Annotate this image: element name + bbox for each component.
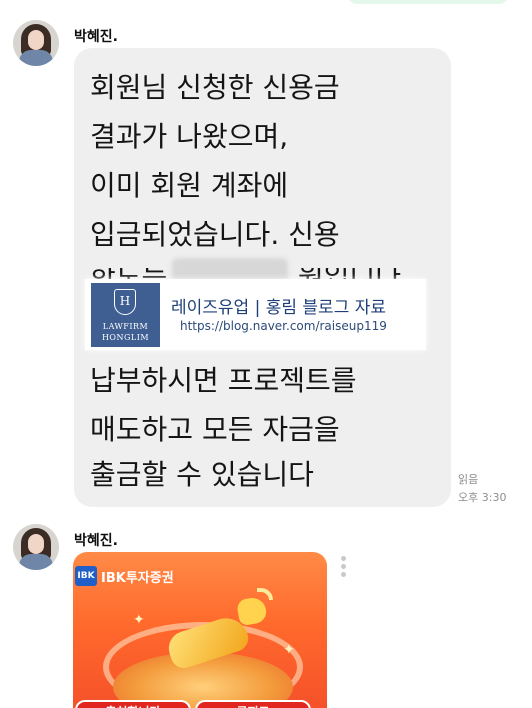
sparkle-icon: ✦: [283, 642, 295, 658]
link-url[interactable]: https://blog.naver.com/raiseup119: [180, 319, 387, 333]
read-status: 읽음: [458, 473, 479, 486]
previous-message-bubble: [346, 0, 510, 4]
link-title[interactable]: 레이즈유업 | 홍림 블로그 자료: [171, 293, 386, 318]
logo-brand-line1: LAWFIRM: [102, 322, 149, 331]
message-line: 납부하시면 프로젝트를: [90, 364, 357, 397]
logo-brand-line2: HONGLIM: [101, 333, 150, 342]
avatar-face: [28, 30, 44, 50]
sender-name: 박혜진.: [74, 533, 118, 549]
card-button-left[interactable]: 출처합니다: [75, 700, 191, 708]
avatar-coat: [19, 554, 53, 570]
avatar-face: [28, 534, 44, 554]
sender-avatar[interactable]: [13, 20, 59, 66]
sender-avatar[interactable]: [13, 524, 59, 570]
ibk-promo-card[interactable]: IBK IBK투자증권 ✦ ✦ 출처합니다 공지드: [73, 552, 327, 708]
ibk-logo-icon: IBK: [75, 566, 97, 586]
message-line: 이미 회원 계좌에: [90, 169, 289, 202]
bull-horn: [257, 588, 273, 600]
shield-icon: H: [114, 289, 136, 315]
sender-name: 박혜진.: [74, 29, 118, 45]
bull-head: [235, 595, 269, 627]
sparkle-icon: ✦: [133, 612, 145, 628]
ibk-brand-name: IBK투자증권: [101, 571, 174, 586]
message-line: 매도하고 모든 자금을: [90, 413, 340, 446]
message-line: 출금할 수 있습니다: [90, 458, 314, 491]
message-line: 입금되었습니다. 신용: [90, 218, 340, 251]
message-time: 오후 3:30: [458, 491, 507, 504]
message-line: 결과가 나왔으며,: [90, 120, 289, 153]
card-button-right[interactable]: 공지드: [195, 700, 311, 708]
avatar-coat: [19, 50, 53, 66]
message-line: 회원님 신청한 신용금: [90, 71, 340, 104]
more-options-icon[interactable]: [339, 556, 347, 580]
link-preview-card[interactable]: H LAWFIRM HONGLIM 레이즈유업 | 홍림 블로그 자료 http…: [85, 279, 426, 350]
lawfirm-logo: H LAWFIRM HONGLIM: [91, 283, 160, 347]
